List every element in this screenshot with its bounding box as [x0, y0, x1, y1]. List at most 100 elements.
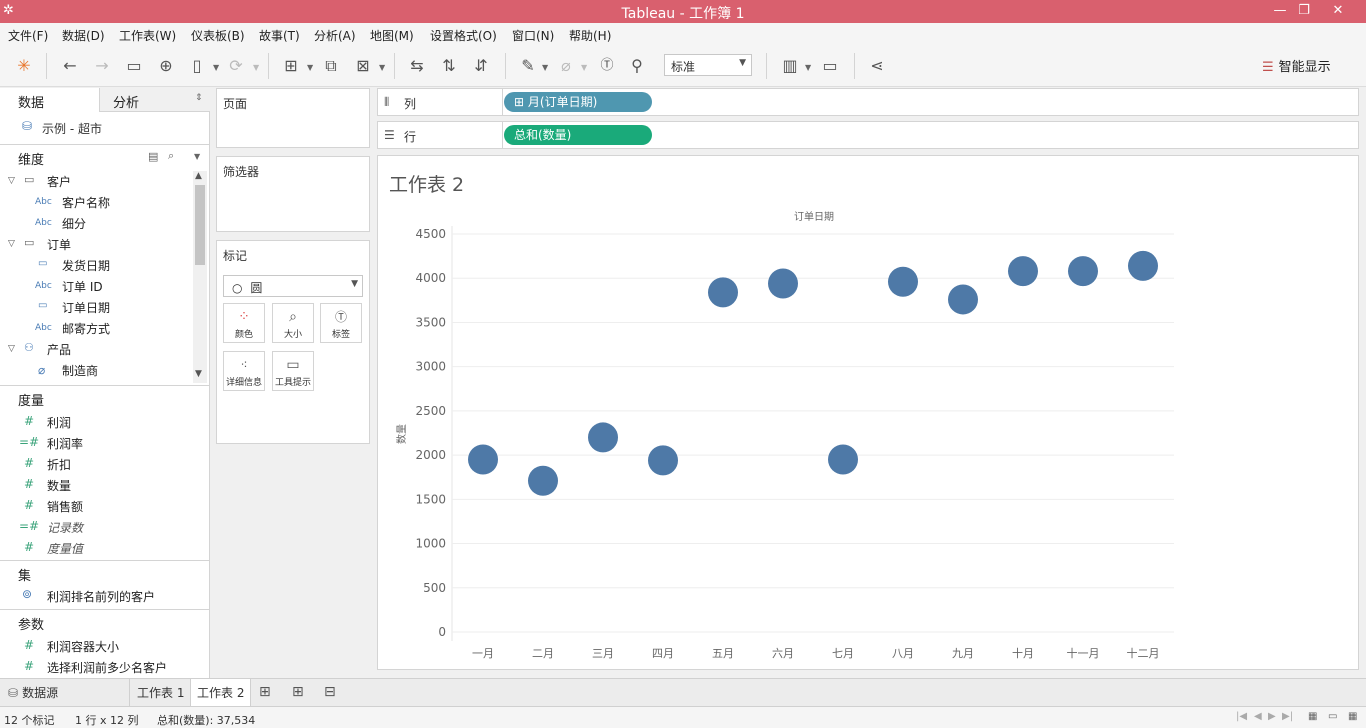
- grid-view-icon[interactable]: ▦: [1348, 711, 1357, 722]
- next-sheet-icon[interactable]: ▶: [1268, 711, 1276, 722]
- pin-axes-icon[interactable]: ⚲: [626, 55, 648, 77]
- data-point[interactable]: [768, 268, 798, 299]
- new-datasource-icon[interactable]: ⊕: [155, 55, 177, 77]
- close-button[interactable]: ✕: [1324, 1, 1352, 21]
- chevron-down-icon[interactable]: ▼: [194, 152, 200, 161]
- data-point[interactable]: [528, 465, 558, 496]
- data-point[interactable]: [1008, 256, 1038, 287]
- parameter-field[interactable]: 利润容器大小: [47, 638, 119, 655]
- pause-updates-icon[interactable]: ▯: [186, 55, 208, 77]
- menu-map[interactable]: 地图(M): [370, 27, 414, 44]
- data-point[interactable]: [648, 445, 678, 476]
- prev-sheet-icon[interactable]: ◀: [1254, 711, 1262, 722]
- view-list-icon[interactable]: ▤: [148, 150, 158, 163]
- share-icon[interactable]: ⋖: [866, 55, 888, 77]
- sheet-tab-2[interactable]: 工作表 2: [191, 679, 252, 707]
- scroll-thumb[interactable]: [195, 185, 205, 265]
- measure-field[interactable]: 利润率: [47, 435, 83, 452]
- new-story-icon[interactable]: ⊟: [324, 684, 336, 700]
- datasource-name[interactable]: 示例 - 超市: [42, 120, 102, 137]
- rows-pill-sum-quantity[interactable]: 总和(数量): [504, 125, 652, 145]
- group-members-icon[interactable]: ⌀: [555, 55, 577, 77]
- new-worksheet-icon[interactable]: ⊞: [259, 684, 271, 700]
- menu-dashboard[interactable]: 仪表板(B): [191, 27, 245, 44]
- columns-pill-month-order-date[interactable]: ⊞ 月(订单日期): [504, 92, 652, 112]
- dimension-field[interactable]: 订单 ID: [62, 278, 103, 295]
- data-point[interactable]: [1128, 250, 1158, 281]
- dimension-field[interactable]: 细分: [62, 215, 86, 232]
- redo-icon[interactable]: →: [91, 55, 113, 77]
- tab-analysis[interactable]: 分析: [113, 92, 139, 111]
- dimension-hierarchy-product[interactable]: 产品: [47, 341, 71, 358]
- menu-data[interactable]: 数据(D): [62, 27, 105, 44]
- data-point[interactable]: [708, 277, 738, 308]
- y-axis-label[interactable]: 数量: [395, 424, 408, 444]
- chevron-down-icon[interactable]: ▼: [253, 63, 259, 72]
- measure-field-values[interactable]: 度量值: [47, 540, 83, 557]
- collapse-icon[interactable]: ▽: [8, 344, 15, 354]
- tab-data[interactable]: 数据: [18, 92, 44, 111]
- chevron-down-icon[interactable]: ▼: [379, 63, 385, 72]
- datasource-tab[interactable]: ⛁ 数据源: [0, 679, 130, 707]
- measure-field[interactable]: 折扣: [47, 456, 71, 473]
- measure-field[interactable]: 销售额: [47, 498, 83, 515]
- collapse-icon[interactable]: ▽: [8, 176, 15, 186]
- restore-button[interactable]: ❐: [1290, 1, 1318, 21]
- menu-worksheet[interactable]: 工作表(W): [119, 27, 176, 44]
- detail-button[interactable]: ⁖ 详细信息: [223, 351, 265, 391]
- first-sheet-icon[interactable]: |◀: [1236, 711, 1247, 722]
- chevron-down-icon[interactable]: ▼: [307, 63, 313, 72]
- data-point[interactable]: [948, 284, 978, 315]
- refresh-icon[interactable]: ⟳: [225, 55, 247, 77]
- label-button[interactable]: Ⓣ 标签: [320, 303, 362, 343]
- measure-field-records[interactable]: 记录数: [47, 519, 83, 536]
- data-point[interactable]: [828, 444, 858, 475]
- dimension-field[interactable]: 邮寄方式: [62, 320, 110, 337]
- columns-shelf[interactable]: ⦀ 列 ⊞ 月(订单日期): [377, 88, 1359, 116]
- tabs-view-icon[interactable]: ▭: [1328, 711, 1337, 722]
- rows-shelf[interactable]: ☰ 行 总和(数量): [377, 121, 1359, 149]
- show-cards-icon[interactable]: ▥: [779, 55, 801, 77]
- parameter-field[interactable]: 选择利润前多少名客户: [47, 659, 167, 676]
- last-sheet-icon[interactable]: ▶|: [1282, 711, 1293, 722]
- sheet-tab-1[interactable]: 工作表 1: [131, 679, 192, 707]
- data-point[interactable]: [888, 266, 918, 297]
- filters-card[interactable]: 筛选器: [216, 156, 370, 232]
- tooltip-button[interactable]: ▭ 工具提示: [272, 351, 314, 391]
- collapse-icon[interactable]: ▽: [8, 239, 15, 249]
- undo-icon[interactable]: ←: [59, 55, 81, 77]
- scroll-up-icon[interactable]: ▲: [195, 171, 202, 181]
- new-worksheet-icon[interactable]: ⊞: [280, 55, 302, 77]
- sort-ascending-icon[interactable]: ⇅: [438, 55, 460, 77]
- clear-sheet-icon[interactable]: ⊠: [352, 55, 374, 77]
- new-dashboard-icon[interactable]: ⊞: [292, 684, 304, 700]
- highlight-icon[interactable]: ✎: [517, 55, 539, 77]
- dimensions-scrollbar[interactable]: ▲ ▼: [193, 171, 207, 383]
- save-icon[interactable]: ▭: [123, 55, 145, 77]
- menu-file[interactable]: 文件(F): [8, 27, 48, 44]
- chevron-down-icon[interactable]: ▼: [213, 63, 219, 72]
- data-point[interactable]: [588, 422, 618, 453]
- data-point[interactable]: [1068, 256, 1098, 287]
- dimension-field[interactable]: 客户名称: [62, 194, 110, 211]
- presentation-mode-icon[interactable]: ▭: [819, 55, 841, 77]
- mark-type-dropdown[interactable]: ○ 圆 ▼: [223, 275, 363, 297]
- dimension-field[interactable]: 发货日期: [62, 257, 110, 274]
- filmstrip-icon[interactable]: ▦: [1308, 711, 1317, 722]
- chevron-down-icon[interactable]: ▼: [581, 63, 587, 72]
- fit-dropdown[interactable]: 标准 ▼: [664, 54, 752, 76]
- sort-descending-icon[interactable]: ⇵: [470, 55, 492, 77]
- tab-scroll-icon[interactable]: ⇕: [195, 93, 203, 103]
- set-field[interactable]: 利润排名前列的客户: [47, 588, 155, 605]
- menu-format[interactable]: 设置格式(O): [430, 27, 497, 44]
- dimension-folder-customer[interactable]: 客户: [47, 173, 71, 190]
- size-button[interactable]: ⌕ 大小: [272, 303, 314, 343]
- dimension-field[interactable]: 订单日期: [62, 299, 110, 316]
- chevron-down-icon[interactable]: ▼: [805, 63, 811, 72]
- dimension-folder-order[interactable]: 订单: [47, 236, 71, 253]
- menu-story[interactable]: 故事(T): [259, 27, 300, 44]
- show-mark-labels-icon[interactable]: Ⓣ: [596, 55, 618, 77]
- dimension-field[interactable]: 制造商: [62, 362, 98, 379]
- search-icon[interactable]: ⌕: [168, 149, 174, 163]
- menu-analysis[interactable]: 分析(A): [314, 27, 356, 44]
